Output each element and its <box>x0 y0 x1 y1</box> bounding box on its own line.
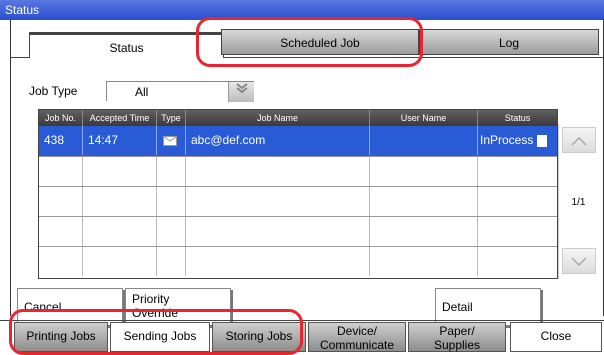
table-scrollbar: 1/1 <box>558 124 597 279</box>
col-job-no: Job No. <box>39 110 83 126</box>
table-row[interactable] <box>39 246 557 278</box>
cell-status: InProcess <box>478 126 557 155</box>
chevron-up-icon <box>571 136 587 146</box>
col-accepted-time: Accepted Time <box>83 110 157 126</box>
job-type-select[interactable]: All <box>106 81 254 102</box>
highlight-scheduled-job <box>196 17 423 67</box>
page-indicator: 1/1 <box>571 197 586 208</box>
status-text: InProcess <box>480 133 534 147</box>
scroll-down-button[interactable] <box>562 248 596 274</box>
tab-status[interactable]: Status <box>29 32 224 58</box>
status-indicator <box>537 134 548 147</box>
cell-job-name: abc@def.com <box>186 126 370 155</box>
job-table: Job No. Accepted Time Type Job Name User… <box>38 109 558 279</box>
job-type-label: Job Type <box>29 84 78 98</box>
col-status: Status <box>504 113 531 123</box>
table-header: Job No. Accepted Time Type Job Name User… <box>39 110 557 126</box>
col-job-name: Job Name <box>186 110 370 126</box>
col-user-name: User Name <box>370 110 478 126</box>
col-type: Type <box>157 110 186 126</box>
table-row[interactable] <box>39 186 557 216</box>
table-row[interactable]: 438 14:47 abc@def.com InProcess <box>39 126 557 156</box>
table-row[interactable] <box>39 156 557 186</box>
cell-job-no: 438 <box>39 126 83 155</box>
envelope-icon <box>163 135 177 146</box>
close-button[interactable]: Close <box>510 322 602 352</box>
tab-paper-supplies[interactable]: Paper/ Supplies <box>408 322 506 352</box>
job-type-value: All <box>135 85 149 99</box>
chevron-down-icon <box>571 257 587 267</box>
highlight-job-tabs <box>9 309 303 355</box>
scroll-up-button[interactable] <box>562 127 596 153</box>
tab-device-communicate[interactable]: Device/ Communicate <box>308 322 406 352</box>
cell-type <box>157 126 186 155</box>
chevron-down-icon[interactable] <box>228 82 254 102</box>
table-row[interactable] <box>39 216 557 246</box>
cell-user-name <box>370 126 478 155</box>
cell-time: 14:47 <box>83 126 157 155</box>
tab-log[interactable]: Log <box>419 29 599 55</box>
